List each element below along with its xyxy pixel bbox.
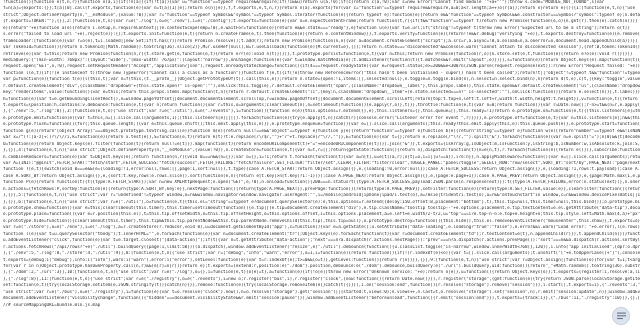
code-line: s.error("failed to load url "+e),reject(… bbox=[3, 32, 640, 38]
minified-script-view: !function(){function e(t,n,r){function o… bbox=[0, 0, 640, 331]
code-line: request.open("GET",o,!0),request.setRequ… bbox=[3, 64, 640, 70]
code-line: function P(e){return function(t){t({type… bbox=[3, 180, 640, 186]
code-line: u.addEventListener("click",function(e){v… bbox=[3, 238, 640, 244]
code-line: var p=function(e){function t(e){l(this,t… bbox=[3, 77, 640, 83]
code-line: o.prototype.place=function(){var e=r.pos… bbox=[3, 212, 640, 218]
code-line: var TokenId=function(){return n.tokenId|… bbox=[3, 45, 640, 51]
code-line: document.addEventListener("visibilitycha… bbox=[3, 296, 640, 302]
code-line: var x=/^(?:[a-z]+:)?\/\//i,k=function(e)… bbox=[3, 135, 640, 141]
code-line: var r=e("./store"),o=e("./env"),i=e("./l… bbox=[3, 225, 640, 231]
code-line: //# sourceMappingURL=bundle.min.js.map bbox=[3, 302, 101, 308]
code-line: },{"./dom":2,"./url":3}],10:[function(e,… bbox=[3, 270, 640, 276]
code-line: t.exports={debug:i("debug"),info:i("info… bbox=[3, 257, 640, 263]
code-line: },{}],5:[function(e,t,n){"use strict";va… bbox=[3, 193, 640, 199]
code-line: key:"renderItems",value:function(){var e… bbox=[3, 90, 640, 96]
reader-mode-button[interactable] bbox=[612, 307, 630, 325]
code-line: retrieve(e){var t=this;return new Promis… bbox=[3, 51, 633, 57]
code-line: f=n[a]={exports:{}};t[a][0].call(f.expor… bbox=[3, 6, 636, 12]
reader-mode-icon bbox=[617, 312, 626, 320]
code-line: e.prototype.flush=function(){for(;this.q… bbox=[3, 122, 640, 128]
code-line: {f.exports=TOKEN:""},{}],2:[function(e,t… bbox=[3, 19, 638, 25]
code-line: function T(e,t){switch(void 0===e&&(e={l… bbox=[3, 167, 640, 173]
code-line: n.combineReducers=function(e){var t=Obje… bbox=[3, 154, 640, 160]
code-line: },{"./env":5,"./log":8,"./store":4,"./ut… bbox=[3, 251, 640, 257]
code-line: set:function(e,t){try{localStorage.setIt… bbox=[3, 283, 640, 289]
code-line: },{}],4:[function(e,t,n){"use strict";Ob… bbox=[3, 148, 640, 154]
code-line: },{"./env":5,"./log":8}],3:[function(e,t… bbox=[3, 109, 640, 115]
